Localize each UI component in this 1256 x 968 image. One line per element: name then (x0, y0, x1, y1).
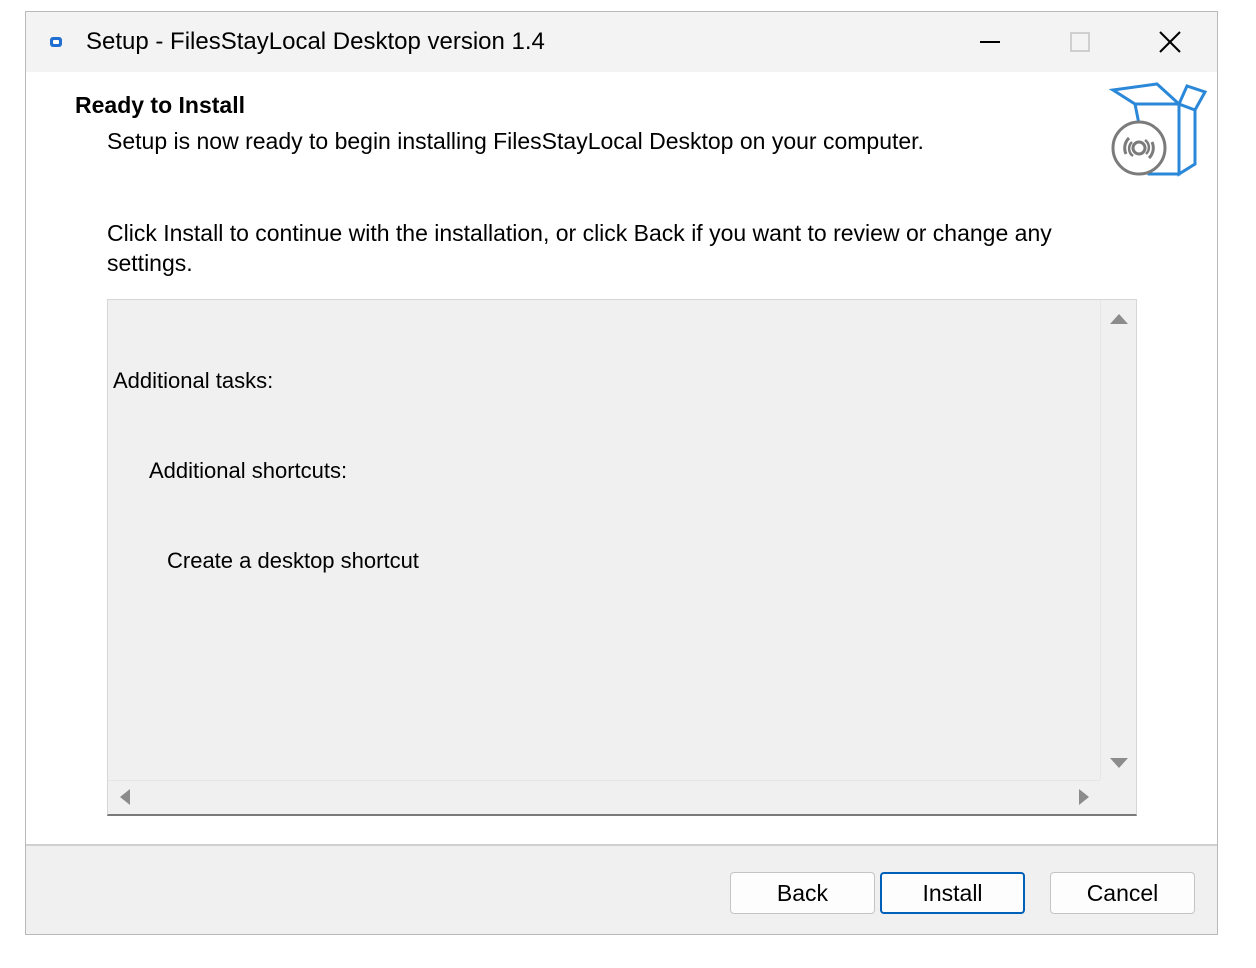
ready-memo[interactable]: Additional tasks: Additional shortcuts: … (107, 299, 1137, 816)
page-subheading: Setup is now ready to begin installing F… (107, 128, 924, 154)
window-title: Setup - FilesStayLocal Desktop version 1… (86, 28, 545, 55)
memo-line: Additional tasks: (113, 368, 274, 393)
setup-window: Setup - FilesStayLocal Desktop version 1… (25, 11, 1218, 935)
back-button[interactable]: Back (730, 872, 875, 914)
install-button[interactable]: Install (880, 872, 1025, 914)
scroll-up-arrow-icon[interactable] (1110, 314, 1128, 324)
maximize-icon (1070, 32, 1090, 52)
scroll-left-arrow-icon[interactable] (120, 789, 130, 805)
memo-line: Create a desktop shortcut (167, 548, 419, 573)
memo-line: Additional shortcuts: (149, 458, 348, 483)
cancel-button[interactable]: Cancel (1050, 872, 1195, 914)
setup-box-icon (1109, 82, 1208, 177)
install-instruction: Click Install to continue with the insta… (107, 220, 1052, 276)
vertical-scrollbar[interactable] (1100, 300, 1136, 780)
close-icon (1159, 31, 1181, 53)
minimize-icon (980, 41, 1000, 43)
wizard-page: Ready to Install Setup is now ready to b… (26, 72, 1217, 844)
maximize-button (1036, 12, 1124, 72)
close-button[interactable] (1126, 12, 1214, 72)
scroll-right-arrow-icon[interactable] (1079, 789, 1089, 805)
horizontal-scrollbar[interactable] (108, 780, 1101, 814)
page-heading: Ready to Install (75, 92, 245, 118)
title-bar[interactable]: Setup - FilesStayLocal Desktop version 1… (26, 12, 1217, 72)
app-icon (50, 37, 62, 47)
button-bar: Back Install Cancel (26, 844, 1217, 934)
scrollbar-corner (1100, 780, 1136, 814)
scroll-down-arrow-icon[interactable] (1110, 758, 1128, 768)
memo-content: Additional tasks: Additional shortcuts: … (113, 306, 419, 636)
minimize-button[interactable] (946, 12, 1034, 72)
